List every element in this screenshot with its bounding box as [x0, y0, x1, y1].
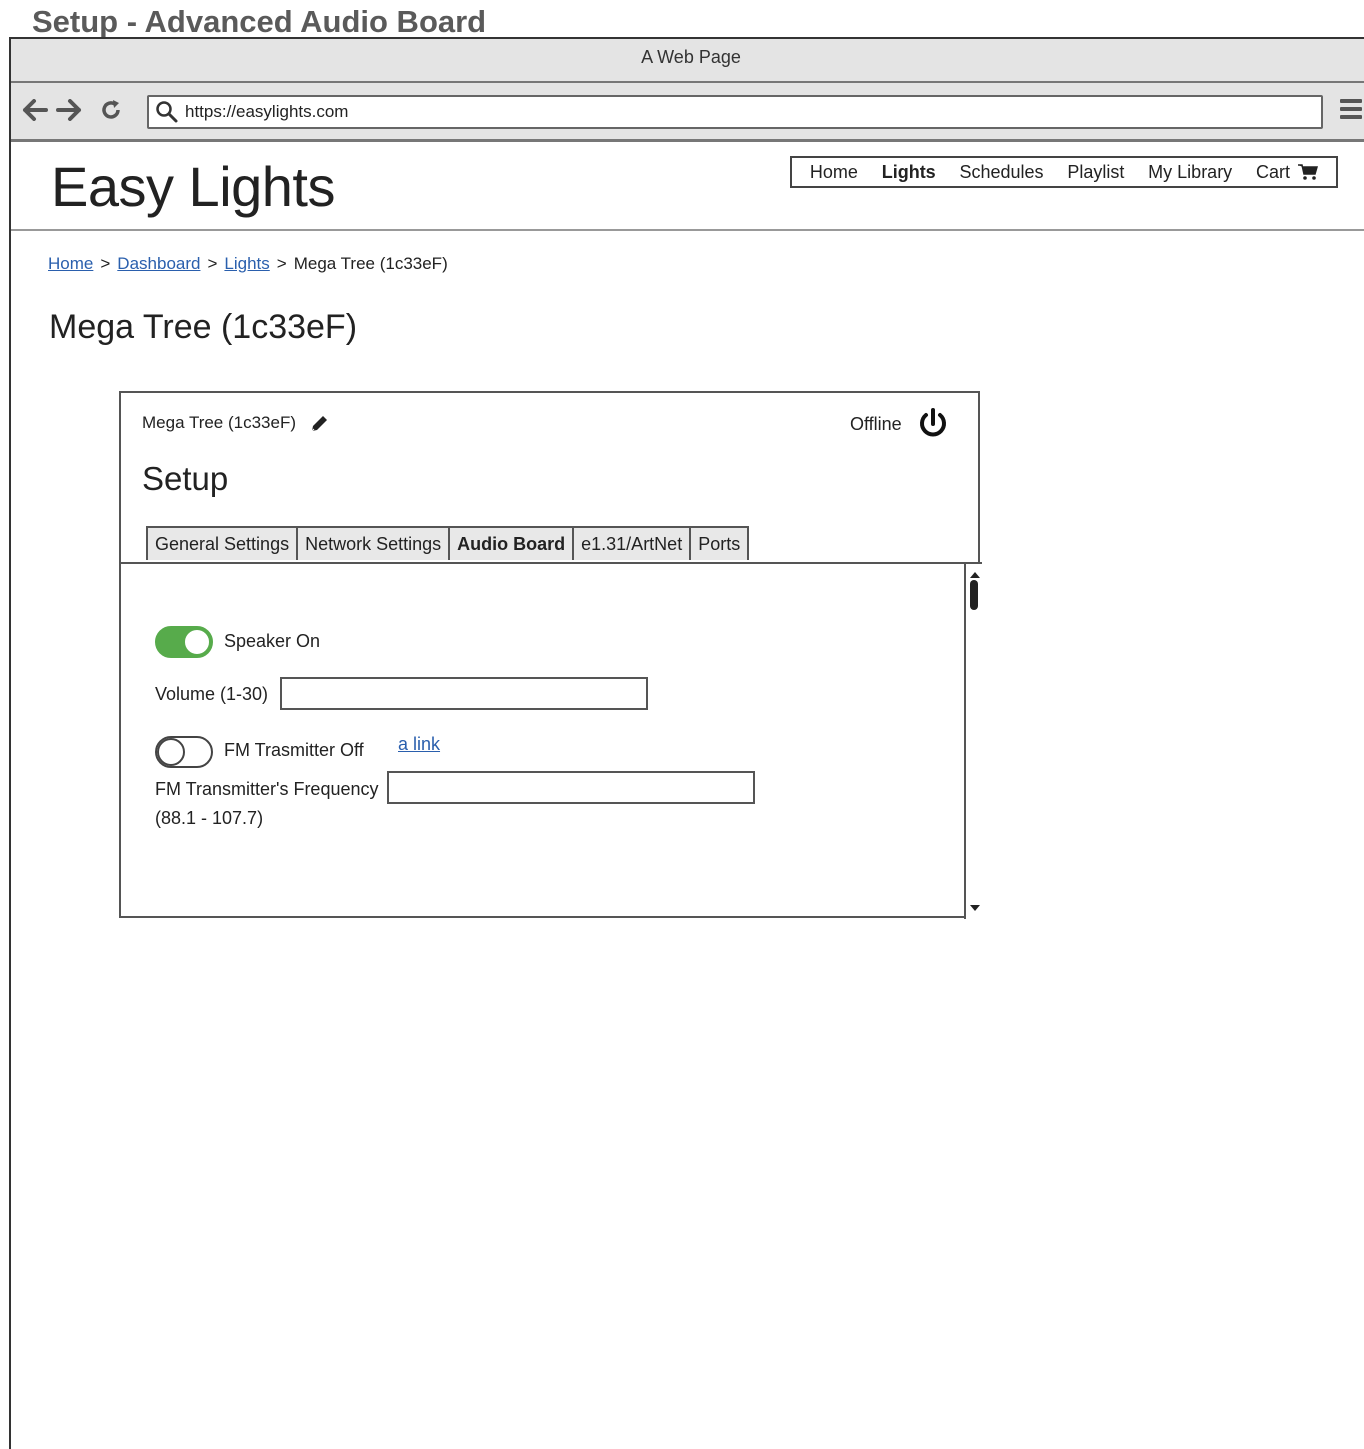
nav-schedules[interactable]: Schedules — [960, 162, 1044, 183]
info-link[interactable]: a link — [398, 734, 440, 755]
breadcrumb-dashboard[interactable]: Dashboard — [117, 254, 200, 273]
back-arrow-icon[interactable] — [21, 96, 49, 124]
fm-transmitter-label: FM Trasmitter Off — [224, 740, 364, 760]
speaker-label: Speaker On — [224, 631, 321, 651]
fm-transmitter-toggle[interactable] — [155, 736, 213, 768]
forward-arrow-icon[interactable] — [55, 96, 83, 124]
reload-icon[interactable] — [97, 96, 125, 124]
tab-e131-artnet[interactable]: e1.31/ArtNet — [572, 526, 690, 560]
hamburger-menu-icon[interactable] — [1339, 97, 1363, 126]
tab-audio-board[interactable]: Audio Board — [448, 526, 573, 560]
nav-cart-label: Cart — [1255, 161, 1290, 182]
edit-pencil-icon[interactable] — [309, 414, 329, 439]
breadcrumb-separator: > — [276, 254, 287, 273]
tab-ports[interactable]: Ports — [689, 526, 750, 560]
toggle-knob — [183, 628, 211, 656]
breadcrumb: Home > Dashboard > Lights > Mega Tree (1c33eF) — [48, 254, 448, 274]
power-icon[interactable] — [917, 407, 949, 446]
breadcrumb-home[interactable]: Home — [48, 254, 93, 273]
nav-playlist[interactable]: Playlist — [1067, 162, 1124, 183]
volume-label: Volume (1-30) — [155, 684, 269, 704]
browser-title: A Web Page — [11, 39, 1364, 83]
breadcrumb-current: Mega Tree (1c33eF) — [293, 254, 448, 273]
scroll-thumb[interactable] — [970, 580, 978, 610]
tab-network-settings[interactable]: Network Settings — [296, 526, 449, 560]
breadcrumb-lights[interactable]: Lights — [224, 254, 269, 273]
tab-general-settings[interactable]: General Settings — [146, 526, 297, 560]
frequency-label: FM Transmitter's Frequency — [155, 779, 379, 799]
cart-icon — [1298, 163, 1319, 180]
address-bar[interactable]: https://easylights.com — [147, 95, 1323, 129]
volume-input[interactable] — [280, 677, 648, 710]
scroll-down-arrow-icon[interactable] — [970, 899, 980, 917]
frequency-range: (88.1 - 107.7) — [155, 808, 264, 828]
nav-lights[interactable]: Lights — [882, 162, 936, 183]
setup-title: Setup — [142, 460, 229, 497]
screen-title: Setup - Advanced Audio Board — [32, 4, 487, 39]
device-panel: Mega Tree (1c33eF) Offline Setup General… — [119, 391, 984, 919]
speaker-toggle[interactable] — [155, 626, 213, 658]
device-name: Mega Tree (1c33eF) — [142, 413, 297, 432]
browser-toolbar: https://easylights.com — [11, 83, 1364, 142]
scrollbar[interactable] — [964, 564, 984, 919]
breadcrumb-separator: > — [207, 254, 218, 273]
audio-board-content: Speaker On Volume (1-30) FM Trasmitter O… — [119, 562, 984, 919]
main-nav: Home Lights Schedules Playlist My Librar… — [790, 156, 1338, 188]
search-icon — [155, 100, 179, 129]
site-header: Easy Lights Home Lights Schedules Playli… — [11, 142, 1364, 231]
frequency-input[interactable] — [387, 771, 755, 804]
page-heading: Mega Tree (1c33eF) — [49, 308, 358, 346]
toggle-knob — [157, 738, 185, 766]
settings-tabs: General Settings Network Settings Audio … — [146, 526, 750, 560]
site-logo[interactable]: Easy Lights — [51, 154, 336, 219]
nav-home[interactable]: Home — [810, 162, 858, 183]
nav-my-library[interactable]: My Library — [1148, 162, 1232, 183]
url-text: https://easylights.com — [185, 102, 349, 121]
nav-cart[interactable]: Cart — [1255, 161, 1319, 183]
breadcrumb-separator: > — [100, 254, 111, 273]
status-text: Offline — [850, 414, 902, 434]
